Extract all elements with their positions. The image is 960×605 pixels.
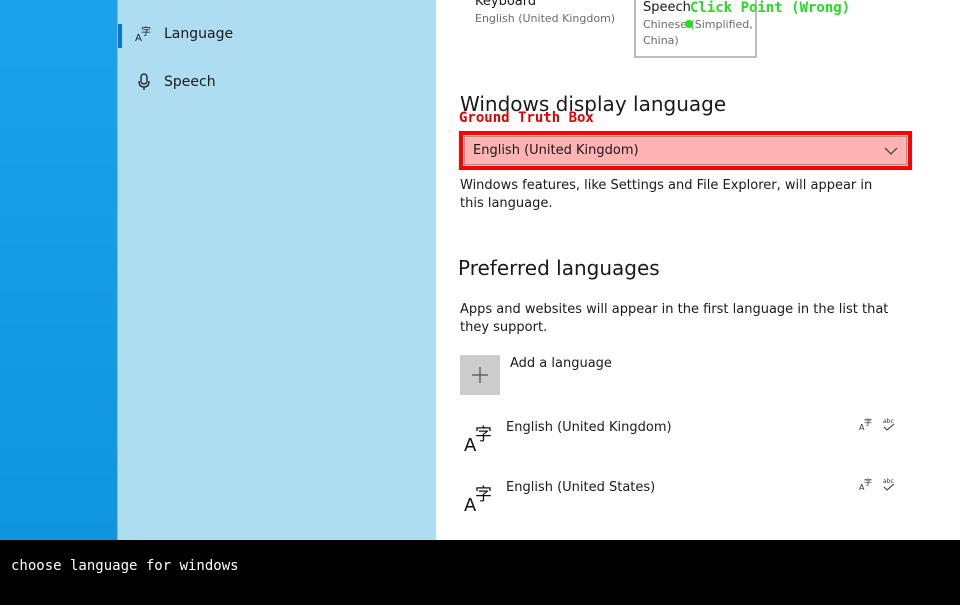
- caption-bar: choose language for windows: [0, 540, 960, 605]
- settings-sidebar: A 字 Language Speech: [117, 0, 436, 540]
- sidebar-item-language[interactable]: A 字 Language: [118, 14, 437, 54]
- language-list-item-partial: [460, 532, 930, 540]
- preferred-languages-description: Apps and websites will appear in the fir…: [460, 302, 889, 335]
- sidebar-item-speech[interactable]: Speech: [118, 62, 437, 102]
- svg-text:字: 字: [864, 417, 872, 427]
- svg-text:字: 字: [864, 477, 872, 487]
- spellcheck-icon: abc: [881, 416, 897, 432]
- language-list-item[interactable]: A 字 English (United Kingdom) A字 abc: [460, 416, 930, 460]
- display-language-description: Windows features, like Settings and File…: [460, 178, 873, 211]
- language-name: English (United States): [506, 480, 656, 495]
- display-language-feature-icon: A字: [859, 416, 875, 432]
- plus-icon: [472, 367, 488, 383]
- language-settings-pane: Keyboard English (United Kingdom) Speech…: [437, 0, 960, 540]
- click-point-annotation: Click Point (Wrong): [690, 0, 851, 16]
- svg-text:字: 字: [141, 25, 151, 38]
- language-icon: A 字: [462, 418, 496, 456]
- language-name: English (United Kingdom): [506, 420, 672, 435]
- tile-subtitle: Chinese (Simplified, China): [643, 18, 753, 47]
- keyboard-tile[interactable]: Keyboard English (United Kingdom): [475, 0, 625, 27]
- add-language-button[interactable]: [460, 355, 500, 395]
- dropdown-selected-value: English (United Kingdom): [473, 143, 639, 158]
- language-icon: A 字: [134, 24, 154, 44]
- ground-truth-annotation: Ground Truth Box: [459, 110, 594, 126]
- add-language-label[interactable]: Add a language: [510, 356, 612, 371]
- svg-text:abc: abc: [883, 478, 894, 485]
- language-list-item[interactable]: A 字 English (United States) A字 abc: [460, 476, 930, 520]
- language-icon: A 字: [462, 478, 496, 516]
- display-language-feature-icon: A字: [859, 476, 875, 492]
- sidebar-item-label: Language: [164, 26, 234, 42]
- selection-indicator: [118, 24, 122, 48]
- preferred-languages-heading: Preferred languages: [458, 256, 660, 280]
- tile-title: Keyboard: [475, 0, 537, 9]
- svg-text:字: 字: [475, 485, 492, 505]
- microphone-icon: [134, 72, 154, 92]
- task-caption: choose language for windows: [11, 558, 239, 574]
- tile-subtitle: English (United Kingdom): [475, 12, 616, 25]
- click-point-marker: [685, 20, 693, 28]
- svg-text:字: 字: [475, 425, 492, 445]
- desktop-background: [0, 0, 117, 540]
- svg-text:abc: abc: [883, 418, 894, 425]
- chevron-down-icon: [884, 144, 898, 158]
- display-language-dropdown[interactable]: English (United Kingdom): [464, 136, 907, 165]
- spellcheck-icon: abc: [881, 476, 897, 492]
- sidebar-item-label: Speech: [164, 74, 216, 90]
